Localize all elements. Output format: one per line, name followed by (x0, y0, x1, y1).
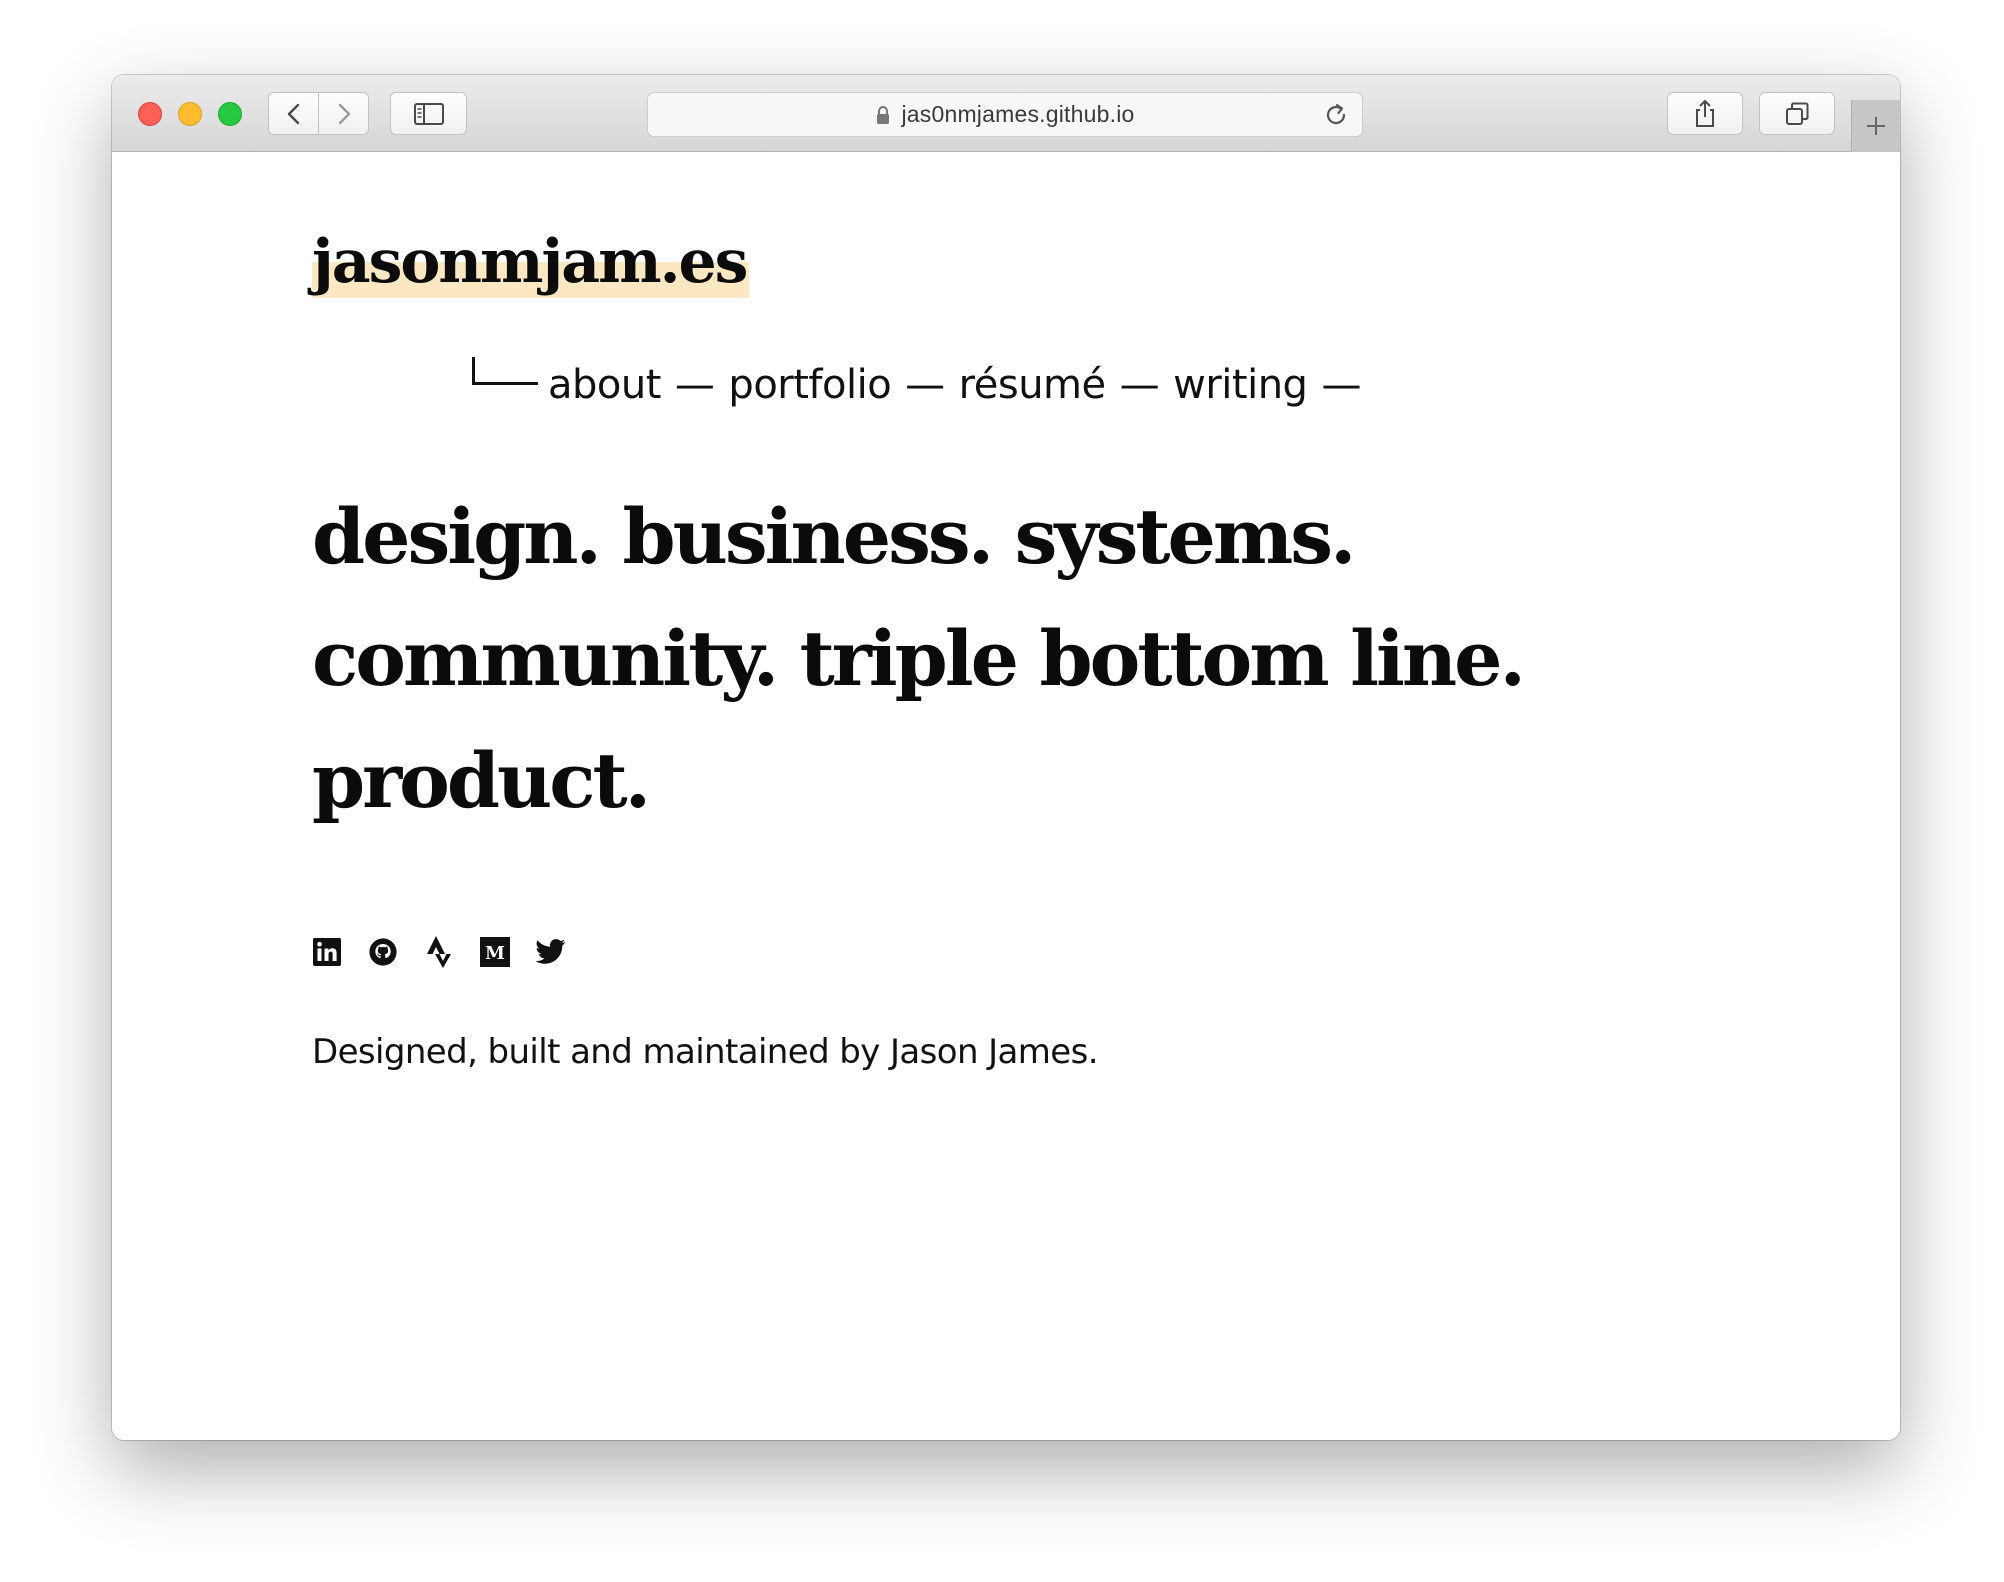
back-button[interactable] (268, 92, 319, 135)
nav-separator: — (1321, 362, 1361, 408)
browser-window: jas0nmjames.github.io jasonmjam.es about… (112, 75, 1900, 1440)
nav-separator: — (674, 362, 715, 408)
twitter-icon[interactable] (536, 937, 566, 967)
forward-button[interactable] (318, 92, 369, 135)
share-button[interactable] (1667, 92, 1743, 135)
strava-icon[interactable] (424, 936, 454, 968)
chevron-right-icon (338, 103, 350, 124)
medium-icon[interactable]: M (480, 937, 510, 967)
nav-link-writing[interactable]: writing (1173, 362, 1308, 408)
new-tab-button[interactable] (1851, 100, 1900, 152)
linkedin-icon[interactable] (312, 937, 342, 967)
zoom-window-button[interactable] (218, 102, 242, 126)
headline-line: design. business. systems. (312, 492, 1356, 581)
nav-corner-decoration (472, 357, 538, 385)
minimize-window-button[interactable] (178, 102, 202, 126)
nav-link-portfolio[interactable]: portfolio (728, 362, 891, 408)
headline-line: community. triple bottom line. (312, 614, 1526, 703)
nav-link-about[interactable]: about (548, 362, 661, 408)
address-bar[interactable]: jas0nmjames.github.io (647, 92, 1363, 137)
footer-credit: Designed, built and maintained by Jason … (312, 1032, 1099, 1072)
chevron-left-icon (287, 103, 299, 124)
nav-separator: — (1119, 362, 1160, 408)
sidebar-icon (413, 102, 444, 125)
browser-toolbar: jas0nmjames.github.io (112, 75, 1900, 152)
plus-icon (1867, 117, 1885, 135)
close-window-button[interactable] (138, 102, 162, 126)
page-content: jasonmjam.es about — portfolio — résumé … (112, 152, 1900, 1440)
reload-icon[interactable] (1322, 101, 1350, 129)
svg-text:M: M (485, 943, 505, 964)
hero-headline: design. business. systems. community. tr… (312, 476, 1712, 842)
share-icon (1696, 99, 1714, 127)
site-nav: about — portfolio — résumé — writing — (472, 357, 1375, 408)
nav-separator: — (905, 362, 945, 408)
headline-line: product. (312, 736, 651, 825)
social-links: M (312, 936, 566, 968)
tabs-overview-icon (1786, 102, 1809, 125)
github-icon[interactable] (368, 937, 398, 967)
lock-icon (875, 105, 891, 125)
address-url: jas0nmjames.github.io (901, 101, 1135, 127)
tabs-overview-button[interactable] (1759, 92, 1835, 135)
sidebar-toggle-button[interactable] (390, 92, 467, 135)
site-title[interactable]: jasonmjam.es (312, 226, 750, 298)
nav-link-resume[interactable]: résumé (959, 362, 1106, 408)
